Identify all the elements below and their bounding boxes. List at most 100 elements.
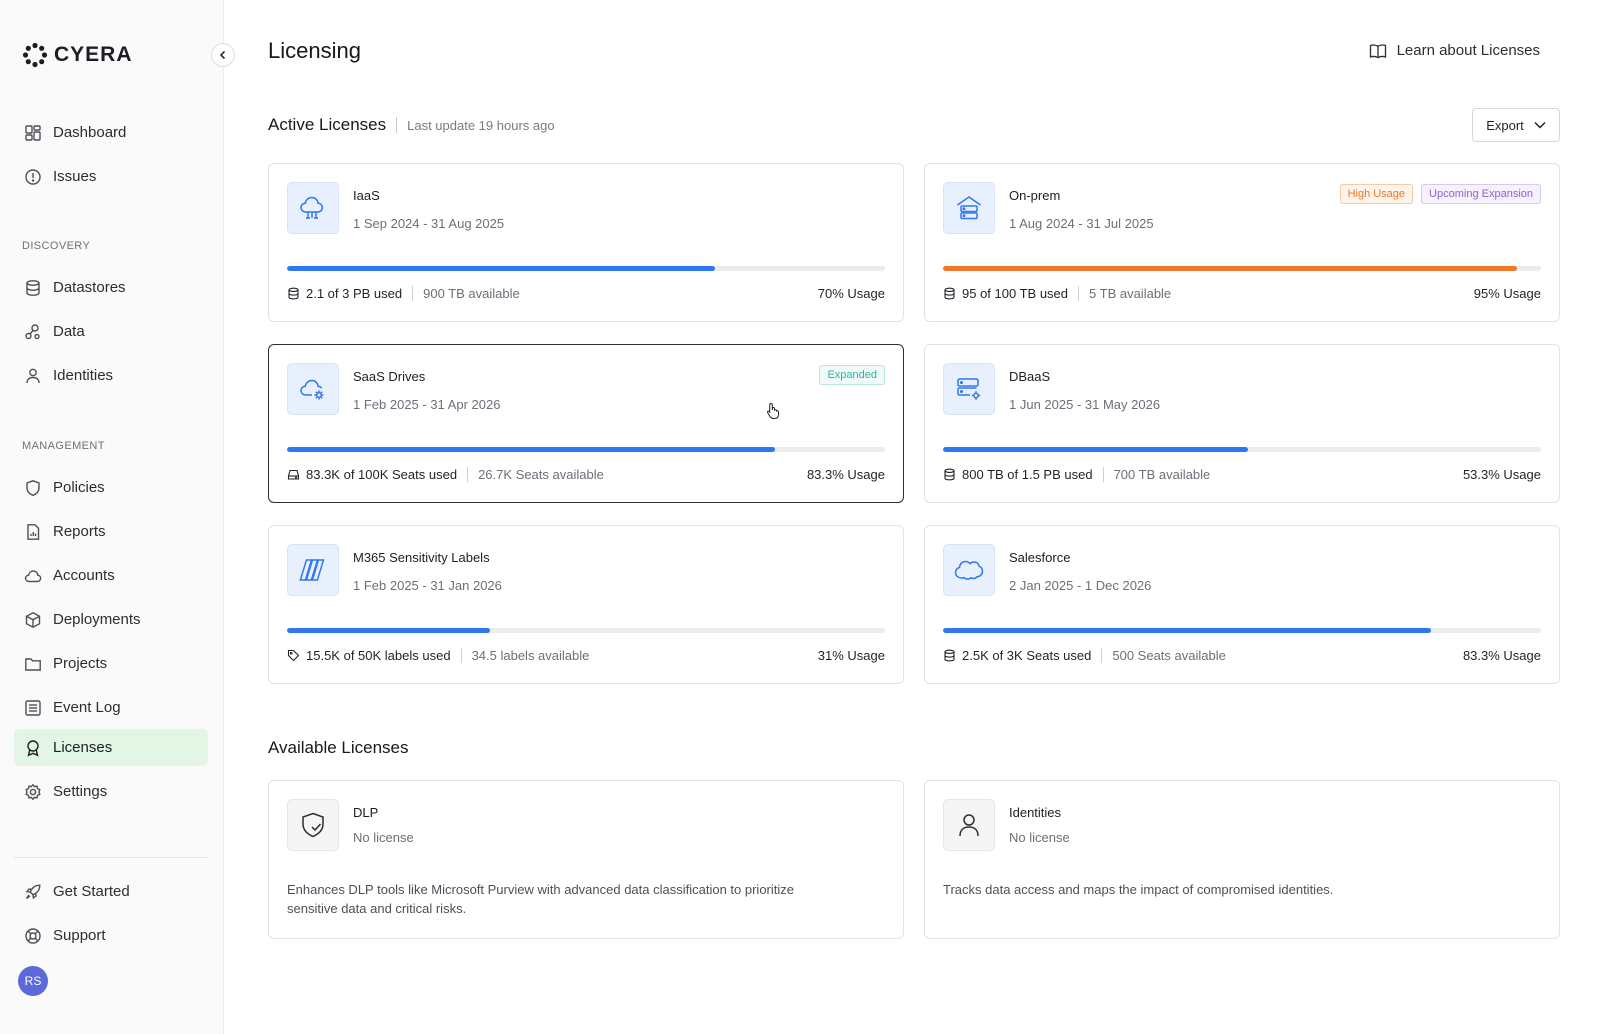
sidebar-item-licenses[interactable]: Licenses <box>14 729 208 766</box>
license-name: M365 Sensitivity Labels <box>353 550 490 565</box>
database-icon <box>287 287 301 301</box>
cloud-icon <box>24 567 42 585</box>
license-name: IaaS <box>353 188 380 203</box>
license-status: No license <box>1009 830 1070 845</box>
sidebar-item-projects[interactable]: Projects <box>14 645 208 682</box>
sidebar-divider <box>14 857 208 858</box>
used-amount: 95 of 100 TB used <box>962 286 1069 301</box>
license-name: Identities <box>1009 805 1062 820</box>
server-gear-icon <box>943 363 995 415</box>
license-card-m365-sensitivity-labels[interactable]: M365 Sensitivity Labels 1 Feb 2025 - 31 … <box>268 525 904 684</box>
sidebar-item-deployments[interactable]: Deployments <box>14 601 208 638</box>
used-amount: 2.5K of 3K Seats used <box>962 648 1092 663</box>
user-icon <box>943 799 995 851</box>
license-card-on-prem[interactable]: On-prem 1 Aug 2024 - 31 Jul 2025 High Us… <box>924 163 1560 322</box>
user-icon <box>24 367 42 385</box>
report-file-icon <box>24 523 42 541</box>
usage-progress-fill <box>287 266 716 271</box>
collapse-sidebar-button[interactable] <box>211 43 235 67</box>
logo[interactable]: CYERA <box>22 42 133 68</box>
sidebar-item-datastores[interactable]: Datastores <box>14 269 208 306</box>
active-licenses-header: Active Licenses Last update 19 hours ago <box>268 115 555 135</box>
sidebar-item-label: Settings <box>53 783 108 800</box>
sidebar-item-label: Projects <box>53 655 108 672</box>
available-amount: 34.5 labels available <box>471 648 590 663</box>
license-name: Salesforce <box>1009 550 1071 565</box>
lifebuoy-icon <box>24 927 42 945</box>
license-description: Tracks data access and maps the impact o… <box>943 882 1334 897</box>
license-card-salesforce[interactable]: Salesforce 2 Jan 2025 - 1 Dec 2026 2.5K … <box>924 525 1560 684</box>
sidebar-item-label: Datastores <box>53 279 126 296</box>
shield-icon <box>24 479 42 497</box>
usage-progress-bar <box>287 628 885 633</box>
chevron-down-icon <box>1534 121 1546 129</box>
usage-percent: 53.3% Usage <box>1462 467 1541 482</box>
sidebar-item-label: Accounts <box>53 567 115 584</box>
used-amount: 15.5K of 50K labels used <box>306 648 451 663</box>
used-amount: 800 TB of 1.5 PB used <box>962 467 1093 482</box>
sidebar-item-settings[interactable]: Settings <box>14 773 208 810</box>
license-stats: 2.5K of 3K Seats used 500 Seats availabl… <box>943 648 1226 663</box>
license-dates: 1 Aug 2024 - 31 Jul 2025 <box>1009 216 1154 231</box>
license-description: Enhances DLP tools like Microsoft Purvie… <box>287 882 794 916</box>
logo-text: CYERA <box>54 43 133 66</box>
learn-link-label: Learn about Licenses <box>1396 42 1540 59</box>
data-nodes-icon <box>24 323 42 341</box>
sidebar-item-support[interactable]: Support <box>14 917 208 954</box>
expanded-badge: Expanded <box>819 365 885 385</box>
sidebar-item-reports[interactable]: Reports <box>14 513 208 550</box>
page-title: Licensing <box>268 38 361 63</box>
available-amount: 5 TB available <box>1089 286 1172 301</box>
usage-percent: 31% Usage <box>817 648 885 663</box>
usage-progress-bar <box>287 266 885 271</box>
sidebar-item-data[interactable]: Data <box>14 313 208 350</box>
license-card-dbaas[interactable]: DBaaS 1 Jun 2025 - 31 May 2026 800 TB of… <box>924 344 1560 503</box>
shield-check-icon <box>287 799 339 851</box>
sidebar-item-policies[interactable]: Policies <box>14 469 208 506</box>
license-dates: 1 Jun 2025 - 31 May 2026 <box>1009 397 1161 412</box>
upcoming-expansion-badge: Upcoming Expansion <box>1421 184 1541 204</box>
book-open-icon <box>1369 43 1386 58</box>
sidebar-item-accounts[interactable]: Accounts <box>14 557 208 594</box>
sidebar-item-get-started[interactable]: Get Started <box>14 873 208 910</box>
license-card-iaas[interactable]: IaaS 1 Sep 2024 - 31 Aug 2025 2.1 of 3 P… <box>268 163 904 322</box>
sidebar-item-label: Event Log <box>53 699 121 716</box>
database-icon <box>24 279 42 297</box>
usage-progress-bar <box>943 266 1541 271</box>
license-dates: 2 Jan 2025 - 1 Dec 2026 <box>1009 578 1152 593</box>
cube-icon <box>24 611 42 629</box>
sidebar-item-dashboard[interactable]: Dashboard <box>14 114 208 151</box>
license-status: No license <box>353 830 414 845</box>
available-licenses-header: Available Licenses <box>268 738 409 758</box>
usage-percent: 95% Usage <box>1473 286 1541 301</box>
salesforce-cloud-icon <box>943 544 995 596</box>
tag-icon <box>287 649 301 663</box>
used-amount: 2.1 of 3 PB used <box>306 286 403 301</box>
available-card-dlp[interactable]: DLP No license Enhances DLP tools like M… <box>268 780 904 939</box>
sidebar-item-event-log[interactable]: Event Log <box>14 689 208 726</box>
sidebar-item-identities[interactable]: Identities <box>14 357 208 394</box>
license-stats: 800 TB of 1.5 PB used 700 TB available <box>943 467 1210 482</box>
learn-about-licenses-link[interactable]: Learn about Licenses <box>1369 42 1540 59</box>
usage-progress-bar <box>943 447 1541 452</box>
active-licenses-title: Active Licenses <box>268 115 387 134</box>
license-card-saas-drives[interactable]: SaaS Drives 1 Feb 2025 - 31 Apr 2026 Exp… <box>268 344 904 503</box>
available-amount: 700 TB available <box>1113 467 1211 482</box>
user-avatar[interactable]: RS <box>18 966 48 996</box>
usage-progress-fill <box>287 447 775 452</box>
gear-icon <box>24 783 42 801</box>
sidebar-item-label: Issues <box>53 168 97 185</box>
sidebar-item-label: Identities <box>53 367 114 384</box>
available-card-identities[interactable]: Identities No license Tracks data access… <box>924 780 1560 939</box>
cloud-gear-icon <box>287 363 339 415</box>
available-amount: 900 TB available <box>423 286 520 301</box>
hard-drive-icon <box>287 468 301 482</box>
usage-progress-fill <box>943 447 1248 452</box>
export-label: Export <box>1486 117 1524 133</box>
sidebar-item-issues[interactable]: Issues <box>14 158 208 195</box>
license-dates: 1 Feb 2025 - 31 Jan 2026 <box>353 578 502 593</box>
usage-percent: 70% Usage <box>817 286 885 301</box>
sidebar-item-label: Reports <box>53 523 106 540</box>
sidebar-item-label: Dashboard <box>53 124 127 141</box>
export-dropdown-button[interactable]: Export <box>1472 108 1560 142</box>
